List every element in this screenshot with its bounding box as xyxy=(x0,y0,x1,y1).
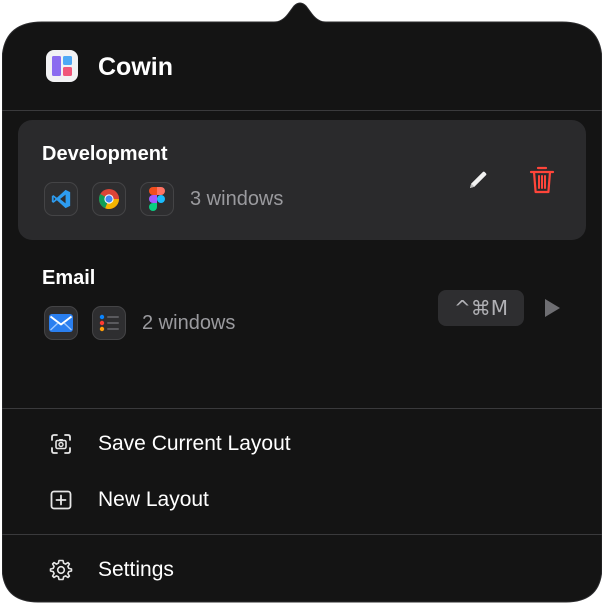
vscode-icon xyxy=(44,182,78,216)
gear-icon xyxy=(48,557,74,583)
layouts-divider xyxy=(2,408,602,409)
shortcut-badge: ^⌘M xyxy=(438,290,524,326)
camera-icon xyxy=(48,431,74,457)
settings-label: Settings xyxy=(98,558,174,581)
save-layout-label: Save Current Layout xyxy=(98,432,291,455)
new-layout-item[interactable]: New Layout xyxy=(2,474,602,526)
app-title: Cowin xyxy=(98,53,173,81)
settings-item[interactable]: Settings xyxy=(2,544,602,596)
layout-item-email[interactable]: Email 2 windows ^⌘M xyxy=(18,244,586,364)
plus-square-icon xyxy=(48,487,74,513)
window-count: 2 windows xyxy=(142,312,236,334)
play-icon[interactable] xyxy=(536,292,568,324)
mail-icon xyxy=(44,306,78,340)
layout-item-development[interactable]: Development 3 windows xyxy=(18,120,586,240)
cowin-app-icon xyxy=(46,50,78,82)
window-count: 3 windows xyxy=(190,188,284,210)
save-current-layout-item[interactable]: Save Current Layout xyxy=(2,418,602,470)
figma-icon xyxy=(140,182,174,216)
menu-popover: Cowin Development 3 windows Email 2 wind… xyxy=(2,0,602,604)
settings-divider xyxy=(2,534,602,535)
trash-icon[interactable] xyxy=(526,164,558,196)
new-layout-label: New Layout xyxy=(98,488,209,511)
chrome-icon xyxy=(92,182,126,216)
layout-name: Email xyxy=(42,267,96,289)
popover-header: Cowin xyxy=(2,22,602,110)
header-divider xyxy=(2,110,602,111)
layout-name: Development xyxy=(42,143,168,165)
reminders-icon xyxy=(92,306,126,340)
edit-icon[interactable] xyxy=(462,164,494,196)
